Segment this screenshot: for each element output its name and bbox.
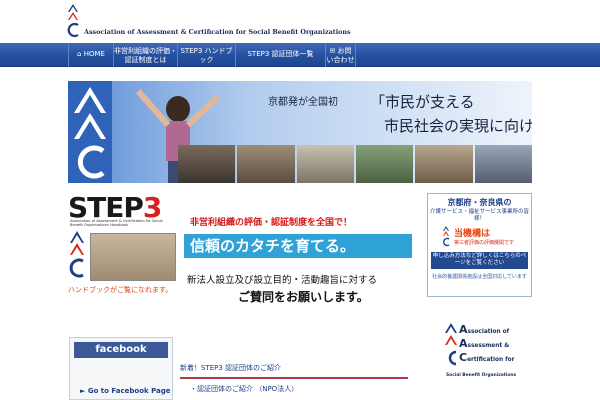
chevron-down-icon: ⌄: [178, 65, 235, 68]
nav-ngo-label: 非営利組織の評価・認証制度とは: [114, 47, 177, 64]
facebook-page-link[interactable]: ► Go to Facebook Page: [80, 387, 171, 395]
chevron-down-icon: ⌄: [114, 65, 177, 68]
org-line-2-cap: A: [459, 337, 468, 350]
org-name: Association of Assessment & Certificatio…: [84, 28, 351, 36]
photo-meeting: [237, 145, 295, 183]
nav-home[interactable]: ⌂ HOME: [68, 43, 114, 67]
org-line-1-text: ssociation of: [467, 329, 510, 335]
aac-logo-icon: [445, 323, 457, 366]
promo-support-text: 新法人設立及び設立目的・活動趣旨に対する: [187, 275, 378, 286]
org-line-3: Certification for: [459, 352, 515, 366]
nav-step3-handbook[interactable]: STEP3 ハンドブック ⌄: [178, 43, 236, 67]
news-item-link[interactable]: ・認証団体のご紹介 （NPO法人）: [190, 384, 298, 394]
org-line-3-cap: C: [459, 351, 468, 364]
notice-services: 介護サービス・福祉サービス事業所の皆様！: [429, 209, 529, 222]
nav-step3-label: STEP3 ハンドブック: [180, 47, 233, 64]
site-header: Association of Assessment & Certificatio…: [0, 0, 600, 43]
nav-home-label: HOME: [83, 50, 105, 58]
home-icon: ⌂: [77, 50, 84, 58]
main-nav: ⌂ HOME 非営利組織の評価・認証制度とは ⌄ STEP3 ハンドブック ⌄ …: [0, 43, 600, 67]
aac-logo-icon: [443, 226, 450, 247]
notice-footer: 社会的養護関係施設は全国対応しています: [432, 274, 527, 280]
photo-workshop: [415, 145, 473, 183]
notice-highlight: 当機構は: [454, 229, 491, 239]
photo-presentation: [355, 145, 414, 183]
handbook-caption: ハンドブックがご覧になれます。: [68, 286, 173, 294]
nav-contact[interactable]: ✉ お問い合わせ: [326, 43, 356, 67]
step3-handbook-link[interactable]: STEP3 Association of Assessment & Certif…: [68, 191, 178, 301]
nav-ngo-certification[interactable]: 非営利組織の評価・認証制度とは ⌄: [114, 43, 178, 67]
org-logo-text: Association of Assessment & Certificatio…: [459, 324, 515, 366]
facebook-widget: facebook ► Go to Facebook Page: [69, 337, 173, 400]
notice-region: 京都府・奈良県の: [447, 198, 512, 207]
promo-nationwide: 非営利組織の評価・認証制度を全国で！: [190, 218, 353, 228]
aac-logo-icon[interactable]: [66, 3, 80, 39]
hero-banner: 京都発が全国初 「市民が支える 市民社会の実現に向けて」: [68, 81, 532, 183]
banner-headline-2: 市民社会の実現に向けて」: [384, 117, 532, 135]
org-line-1: Association of: [459, 324, 515, 338]
photo-strip: [178, 145, 532, 183]
photo-group: [474, 145, 532, 183]
photo-speaker: [178, 145, 236, 183]
news-heading: 新着！STEP3 認証団体のご紹介: [180, 363, 408, 379]
org-line-3-text: ertification for: [467, 357, 515, 363]
photo-classroom: [296, 145, 354, 183]
aac-logo-icon: [69, 231, 84, 278]
org-line-2-text: ssessment &: [467, 343, 510, 349]
third-party-evaluation-notice[interactable]: 京都府・奈良県の 介護サービス・福祉サービス事業所の皆様！ 当機構は 第三者評価…: [427, 193, 532, 297]
promo-trust-banner: 信頼のカタチを育てる。: [184, 234, 412, 258]
nav-step3-org-label: STEP3 認証団体一覧: [247, 50, 314, 58]
org-logo-footer: Social Benefit Organizations: [446, 373, 517, 378]
banner-tagline: 京都発が全国初: [268, 97, 338, 108]
notice-details-button[interactable]: 申し込み方法など詳しくはこちらのページをご覧ください: [431, 252, 528, 269]
org-line-1-cap: A: [459, 323, 468, 336]
facebook-logo-icon[interactable]: facebook: [74, 342, 168, 358]
mail-icon: ✉: [329, 47, 338, 55]
step3-subtitle: Association of Assessment & Certificatio…: [70, 219, 163, 228]
handbook-cover-image: [90, 233, 176, 281]
promo-request: ご賛同をお願いします。: [238, 290, 369, 304]
org-line-2: Assessment &: [459, 338, 515, 352]
banner-headline-1: 「市民が支える: [370, 93, 475, 111]
aac-logo-icon: [68, 81, 112, 183]
nav-step3-organizations[interactable]: STEP3 認証団体一覧: [236, 43, 326, 67]
notice-third-party: 第三者評価の評価機関です: [454, 240, 515, 246]
